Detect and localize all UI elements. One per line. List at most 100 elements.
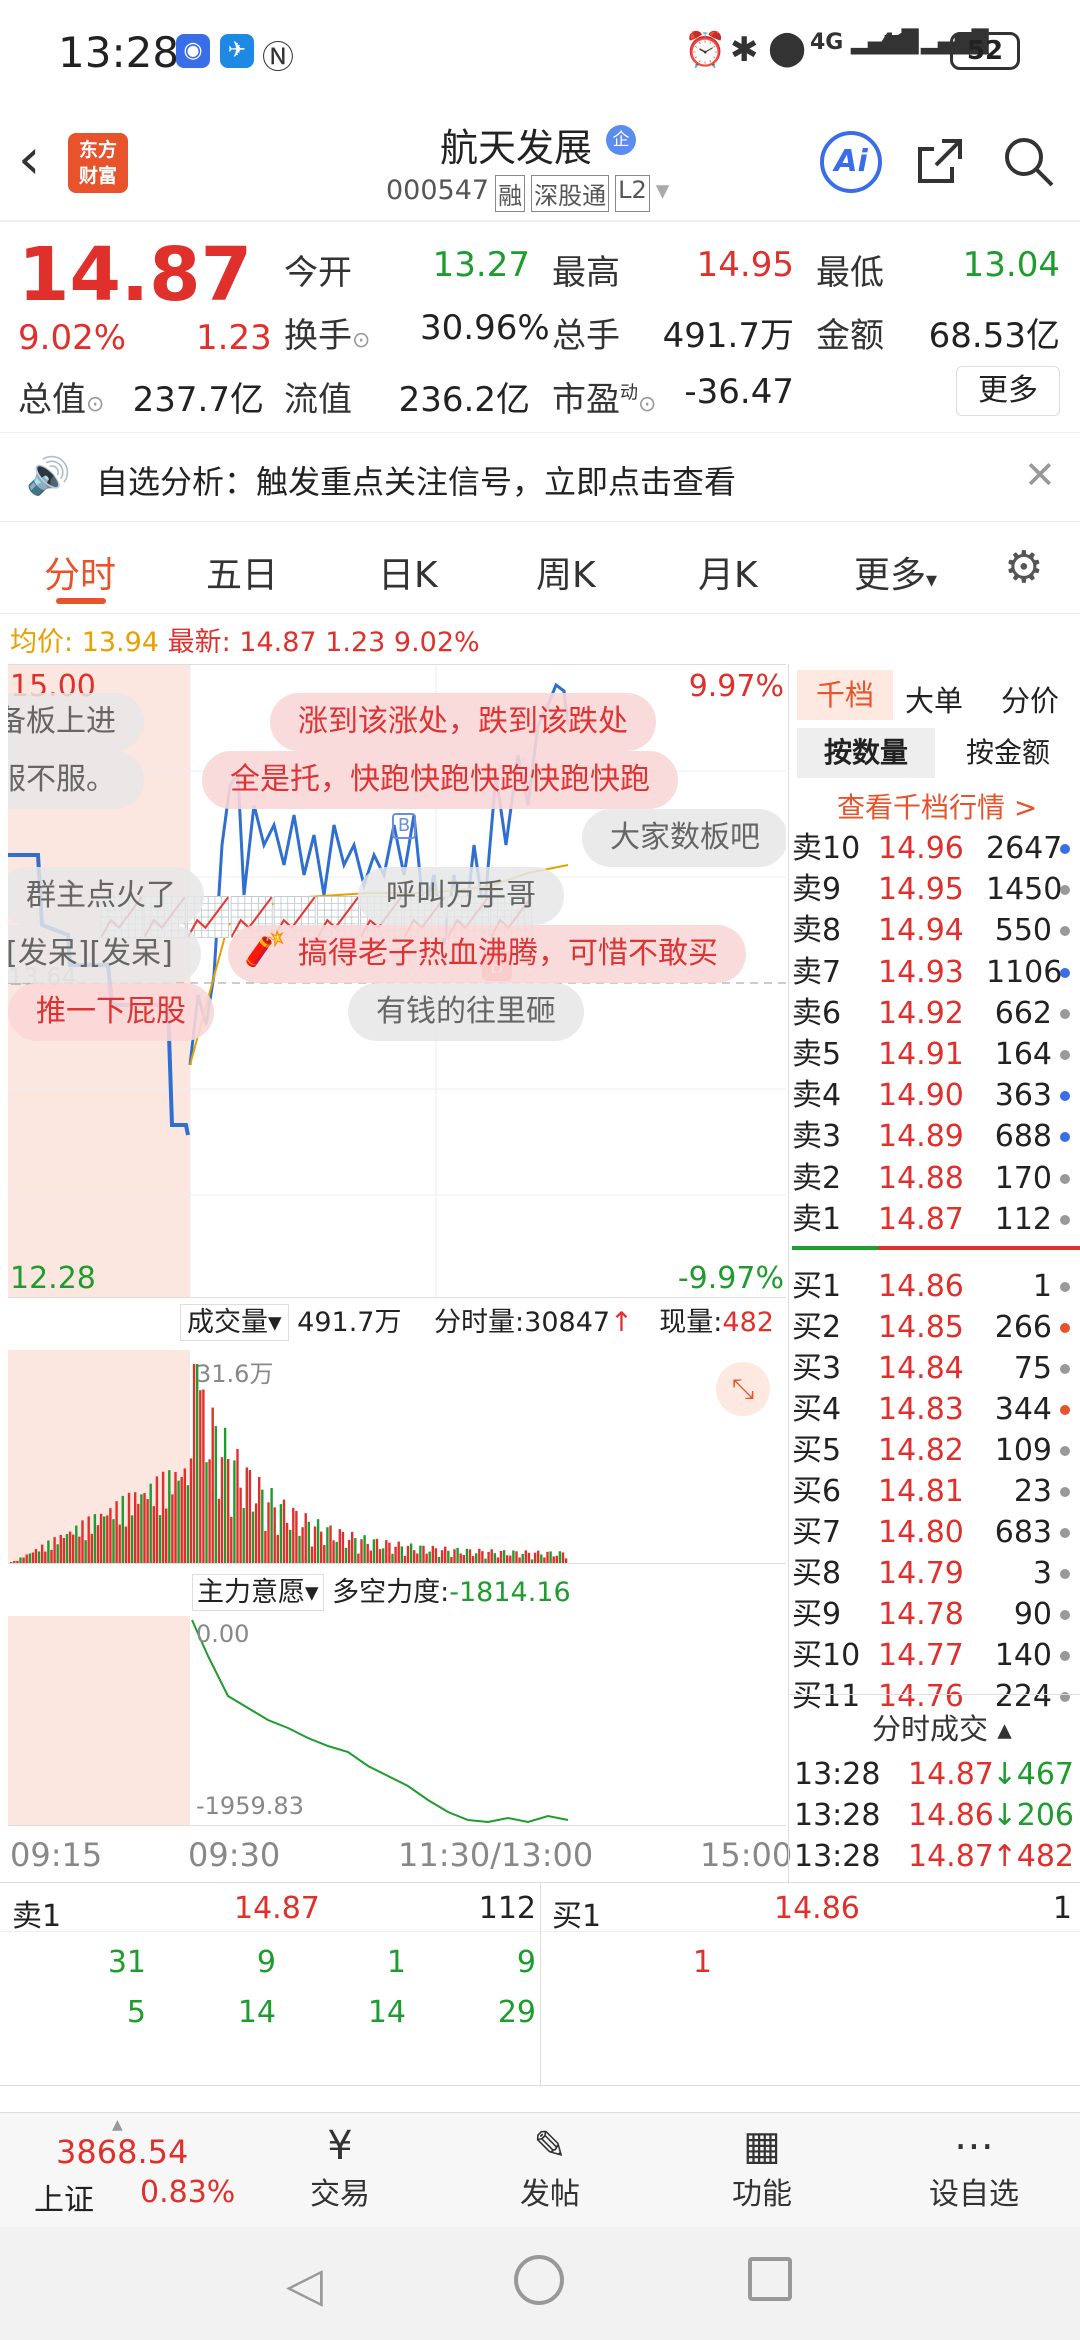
mainforce-chart[interactable]: 0.00 -1959.83 xyxy=(8,1616,786,1826)
tab-thousand-level[interactable]: 千档 xyxy=(797,670,893,720)
level-dot-icon xyxy=(1060,926,1070,937)
back-triangle-icon[interactable]: ◁ xyxy=(286,2257,323,2313)
orderbook-buy-row[interactable]: 买7 14.80 683 xyxy=(790,1512,1080,1553)
danmu-comment[interactable]: 群主点火了 xyxy=(8,867,204,925)
orderbook-sell-row[interactable]: 卖4 14.90 363 xyxy=(790,1075,1080,1116)
volume-bar xyxy=(400,1546,403,1563)
nav-trade[interactable]: ¥ 交易 xyxy=(260,2123,420,2213)
level-dot-icon xyxy=(1060,1569,1070,1579)
orderbook-sell-row[interactable]: 卖7 14.93 1106 xyxy=(790,952,1080,993)
settings-gear-icon[interactable]: ⚙ xyxy=(1004,542,1043,593)
volume-bar xyxy=(320,1531,323,1563)
orderbook-sell-row[interactable]: 卖3 14.89 688 xyxy=(790,1116,1080,1157)
danmu-comment[interactable]: 涨到该涨处，跌到该跌处 xyxy=(270,693,656,751)
volume-indicator-select[interactable]: 成交量▾ xyxy=(180,1304,289,1341)
level-qty: 662 xyxy=(994,995,1052,1031)
by-amount-toggle[interactable]: 按金额 xyxy=(939,728,1077,778)
tab-five-day[interactable]: 五日 xyxy=(206,546,278,598)
low-label: 最低 xyxy=(816,253,884,293)
nav-post[interactable]: ✎ 发帖 xyxy=(470,2123,630,2213)
orderbook-sell-row[interactable]: 卖2 14.88 170 xyxy=(790,1158,1080,1199)
volume-bar xyxy=(378,1549,382,1563)
danmu-comment[interactable]: 呼叫万手哥 xyxy=(358,867,564,925)
level-label: 卖5 xyxy=(792,1037,842,1072)
share-icon[interactable] xyxy=(912,133,968,189)
level-label: 买7 xyxy=(792,1515,842,1550)
more-button[interactable]: 更多 xyxy=(956,366,1060,416)
orderbook-sell-row[interactable]: 卖5 14.91 164 xyxy=(790,1034,1080,1075)
tab-more[interactable]: 更多▾ xyxy=(854,546,937,598)
orderbook-buy-row[interactable]: 买9 14.78 90 xyxy=(790,1594,1080,1635)
back-icon[interactable]: ‹ xyxy=(18,127,40,192)
volume-bar xyxy=(103,1516,106,1563)
index-pct[interactable]: 0.83% xyxy=(140,2175,235,2210)
intraday-chart[interactable]: 15.00 12.28 9.97% -9.97% 13.64 📈📈📈📈📈📈📈📈📈… xyxy=(8,664,786,1298)
index-value[interactable]: 3868.54 xyxy=(56,2133,188,2171)
mainforce-indicator-select[interactable]: 主力意愿▾ xyxy=(192,1574,324,1611)
volume-bar xyxy=(31,1552,35,1563)
close-icon[interactable]: ✕ xyxy=(1024,453,1056,497)
home-circle-icon[interactable] xyxy=(514,2255,564,2305)
tab-intraday[interactable]: 分时 xyxy=(44,546,116,598)
danmu-comment[interactable]: 全是托，快跑快跑快跑快跑快跑 xyxy=(202,751,678,809)
danmu-comment[interactable]: 推一下屁股 xyxy=(8,983,214,1041)
danmu-comment[interactable]: 搞得老子热血沸腾，可惜不敢买 xyxy=(228,925,746,983)
queue-sell-qty: 112 xyxy=(478,1891,536,1926)
order-queue: 卖1 14.87 112 买1 14.86 1 31 9 1 9 5 14 14 29 1 xyxy=(0,1882,1080,2087)
volume-bar xyxy=(292,1507,295,1563)
danmu-comment[interactable]: [发呆][发呆] xyxy=(8,925,201,983)
orderbook-buy-row[interactable]: 买4 14.83 344 xyxy=(790,1389,1080,1430)
danmu-comment[interactable]: 大家数板吧 xyxy=(582,809,786,867)
tab-weekly-k[interactable]: 周K xyxy=(536,546,596,598)
nav-functions[interactable]: ▦ 功能 xyxy=(682,2123,842,2213)
volume-bar xyxy=(239,1487,242,1563)
orderbook-buy-row[interactable]: 买2 14.85 266 xyxy=(790,1307,1080,1348)
level-label: 卖8 xyxy=(792,913,842,949)
dropdown-icon[interactable]: ▾ xyxy=(656,175,670,212)
index-name[interactable]: 上证 xyxy=(34,2175,94,2219)
nav-add-watchlist[interactable]: ⋯ 设自选 xyxy=(894,2123,1054,2213)
queue-order-qty: 1 xyxy=(692,1945,712,1980)
recents-square-icon[interactable] xyxy=(748,2257,792,2301)
tab-daily-k[interactable]: 日K xyxy=(378,546,438,598)
orderbook-sell-row[interactable]: 卖10 14.96 2647 xyxy=(790,828,1080,869)
orderbook-buy-row[interactable]: 买5 14.82 109 xyxy=(790,1430,1080,1471)
level-price: 14.77 xyxy=(878,1638,964,1673)
volume-bar xyxy=(385,1540,388,1563)
orderbook-sell-row[interactable]: 卖8 14.94 550 xyxy=(790,910,1080,951)
orderbook-buy-row[interactable]: 买3 14.84 75 xyxy=(790,1348,1080,1389)
trades-title[interactable]: 分时成交 ▴ xyxy=(872,1706,1012,1748)
alert-banner[interactable]: 🔊 自选分析：触发重点关注信号，立即点击查看 ✕ xyxy=(0,432,1080,522)
tab-price-distribution[interactable]: 分价 xyxy=(1001,678,1059,720)
danmu-comment[interactable]: 备板上进 xyxy=(8,693,144,751)
orderbook-sell-row[interactable]: 卖9 14.95 1450 xyxy=(790,869,1080,910)
level-qty: 683 xyxy=(994,1515,1052,1550)
danmu-comment[interactable]: 有钱的往里砸 xyxy=(348,983,584,1041)
orderbook-buy-row[interactable]: 买1 14.86 1 xyxy=(790,1266,1080,1307)
volume-bar xyxy=(447,1550,450,1563)
expand-icon[interactable]: ⤡ xyxy=(716,1362,770,1416)
tab-monthly-k[interactable]: 月K xyxy=(698,546,758,598)
high-label: 最高 xyxy=(552,253,620,293)
volume-chart[interactable]: 31.6万 ⤡ xyxy=(8,1350,786,1564)
orderbook-sell-row[interactable]: 卖6 14.92 662 xyxy=(790,993,1080,1034)
volume-bar xyxy=(180,1477,183,1563)
orderbook-buy-row[interactable]: 买6 14.81 23 xyxy=(790,1471,1080,1512)
orderbook-buy-row[interactable]: 买10 14.77 140 xyxy=(790,1635,1080,1676)
by-quantity-toggle[interactable]: 按数量 xyxy=(797,728,935,778)
volume-bar xyxy=(19,1557,22,1563)
app-logo: 东方 财富 xyxy=(68,133,128,193)
tab-large-orders[interactable]: 大单 xyxy=(905,678,963,720)
orderbook-buy-row[interactable]: 买8 14.79 3 xyxy=(790,1553,1080,1594)
level-qty: 1 xyxy=(1032,1269,1052,1304)
danmu-comment[interactable]: 服不服。 xyxy=(8,751,144,809)
orderbook-sell-row[interactable]: 卖1 14.87 112 xyxy=(790,1199,1080,1240)
volume-bar xyxy=(140,1494,143,1563)
search-icon[interactable] xyxy=(1000,133,1056,189)
volume-bar xyxy=(84,1540,87,1563)
ai-button[interactable]: Ai xyxy=(820,131,882,193)
view-depth-link[interactable]: 查看千档行情 > xyxy=(837,786,1037,826)
collapse-indicator[interactable]: ▲ xyxy=(112,2117,123,2133)
location-icon: ⬤ xyxy=(768,28,807,68)
volume-bar xyxy=(223,1427,227,1563)
